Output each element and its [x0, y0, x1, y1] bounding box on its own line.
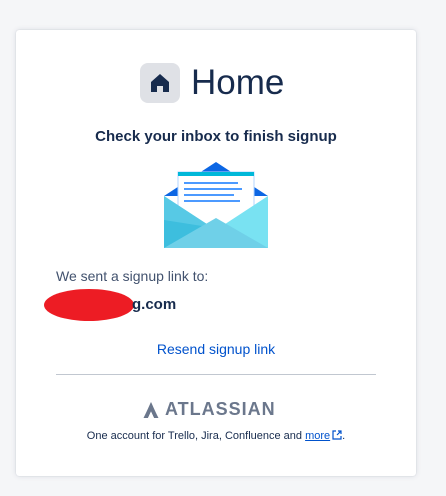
app-logo: Home [140, 62, 284, 104]
envelope-icon [162, 160, 270, 257]
divider [56, 374, 376, 375]
page-title: Check your inbox to finish signup [95, 128, 337, 145]
resend-signup-link[interactable]: Resend signup link [16, 341, 416, 357]
app-name: Home [191, 63, 285, 102]
email-display: g.com [44, 288, 344, 324]
atlassian-logo: ATLASSIAN [142, 399, 276, 420]
external-link-icon [332, 430, 342, 443]
more-link[interactable]: more [305, 430, 330, 442]
email-address: g.com [132, 296, 177, 313]
atlassian-logo-icon [143, 401, 159, 418]
atlassian-wordmark: ATLASSIAN [165, 399, 276, 419]
footer-description: One account for Trello, Jira, Confluence… [86, 430, 306, 442]
more-link-label: more [305, 430, 331, 442]
footer-text: One account for Trello, Jira, Confluence… [16, 430, 416, 443]
sent-label: We sent a signup link to: [56, 268, 209, 284]
footer-suffix: . [342, 430, 346, 442]
signup-card: Home Check your inbox to finish signup W… [16, 30, 416, 476]
redaction-mark [44, 289, 134, 321]
home-icon [140, 63, 180, 103]
